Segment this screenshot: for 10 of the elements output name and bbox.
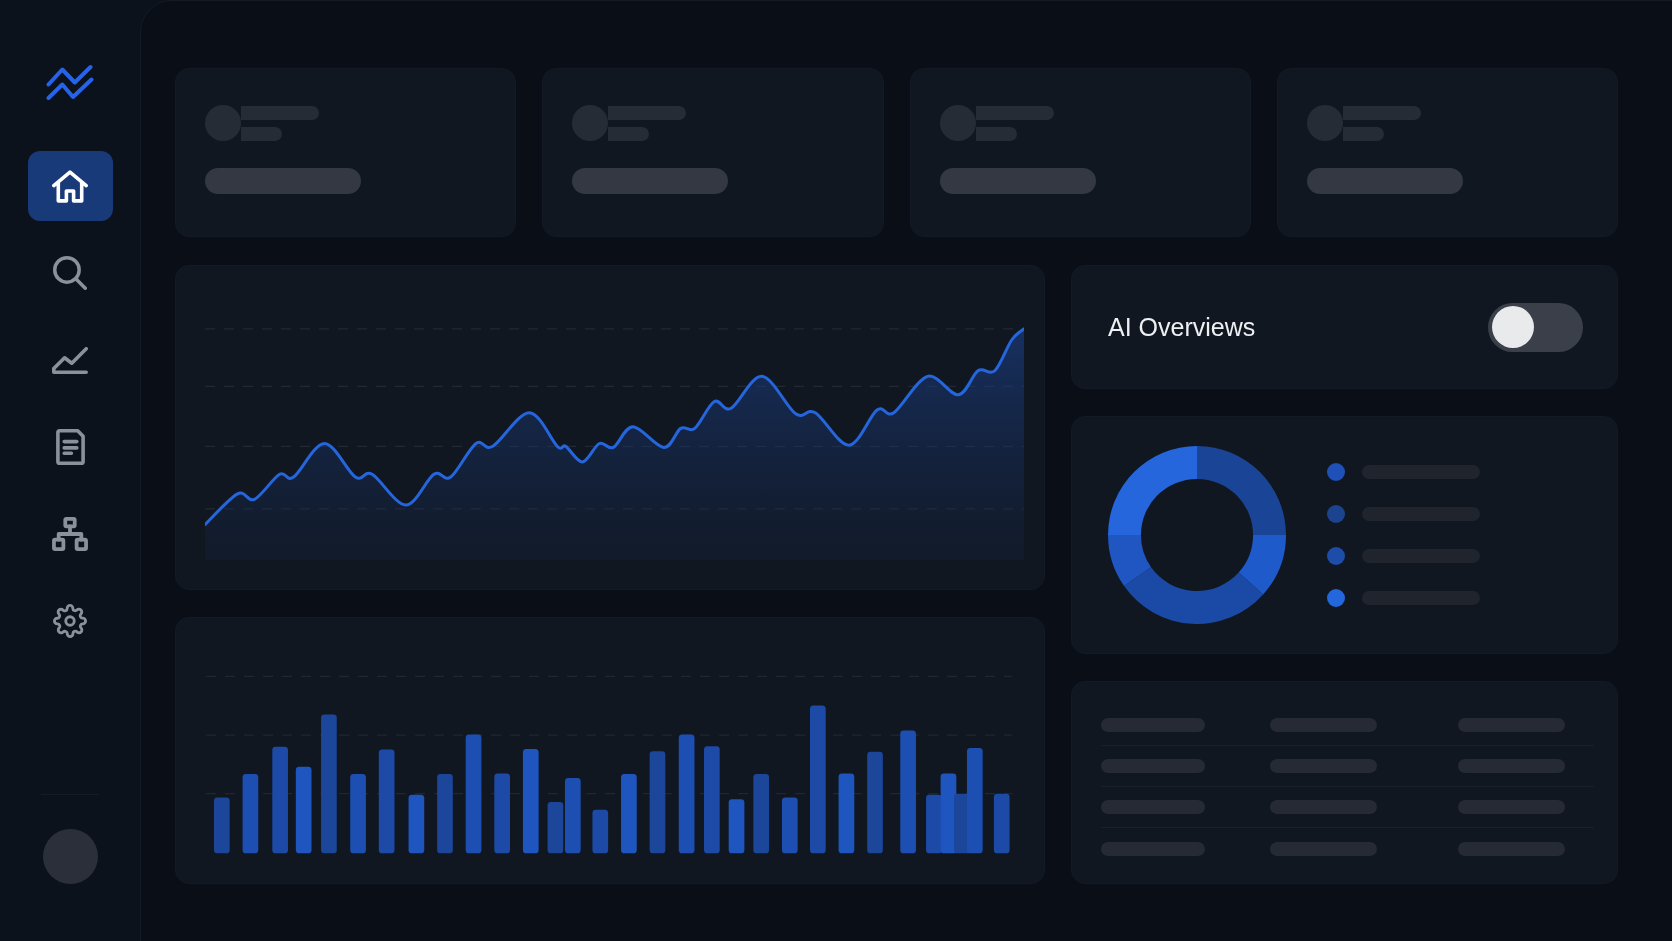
nav-item[interactable]	[27, 151, 113, 221]
home-icon	[52, 169, 88, 203]
settings-icon	[53, 604, 87, 638]
toggle-switch[interactable]	[1488, 302, 1583, 352]
line-chart-icon	[52, 346, 88, 374]
search-icon	[53, 256, 87, 290]
document-icon	[55, 429, 85, 465]
hierarchy-icon	[52, 517, 88, 551]
toggle-label: AI Overviews	[1108, 312, 1256, 342]
zigzag-logo-icon	[46, 64, 94, 101]
